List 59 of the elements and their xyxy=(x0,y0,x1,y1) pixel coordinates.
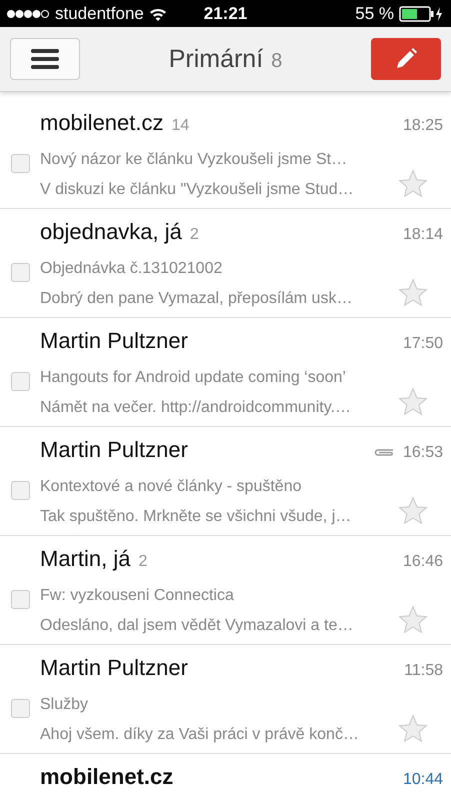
battery-percent: 55 % xyxy=(355,4,394,24)
email-row[interactable]: Martin, já 2 16:46 Fw: vyzkouseni Connectica Odesláno, dal jsem vědět Vymazalovi a te… xyxy=(0,536,451,645)
email-row[interactable]: Martin Pultzner 17:50 Hangouts for Android update coming ‘soon’ Námět na večer. http://androidcommunity.… xyxy=(0,318,451,427)
thread-count: 14 xyxy=(172,117,190,135)
email-subject: Hangouts for Android update coming ‘soon’ xyxy=(40,368,347,388)
star-icon[interactable] xyxy=(397,604,429,636)
email-subject: Kontextové a nové články - spuštěno xyxy=(40,476,302,497)
email-time: 18:14 xyxy=(402,226,443,244)
email-subject: Nový názor ke článku Vyzkoušeli jsme St… xyxy=(40,150,348,170)
email-row[interactable]: Martin Pultzner 11:58 Služby Ahoj všem. díky za Vaši práci v právě konč… xyxy=(0,645,451,754)
email-time: 16:46 xyxy=(402,553,443,571)
email-subject: Fw: vyzkouseni Connectica xyxy=(40,586,235,606)
sender-name: mobilenet.cz xyxy=(40,110,164,136)
email-snippet: Námět na večer. http://androidcommunity.… xyxy=(40,398,352,418)
star-icon[interactable] xyxy=(397,495,429,527)
checkbox[interactable] xyxy=(10,590,30,610)
thread-count: 2 xyxy=(138,553,148,571)
thread-count: 2 xyxy=(190,226,200,244)
checkbox[interactable] xyxy=(10,372,30,392)
email-subject: Objednávka č.131021002 xyxy=(40,258,224,279)
email-snippet: Odesláno, dal jsem vědět Vymazalovi a te… xyxy=(40,616,354,636)
carrier-name: studentfone xyxy=(55,4,144,24)
email-row[interactable]: mobilenet.cz 14 18:25 Nový názor ke článku Vyzkoušeli jsme St… V diskuzi ke článku "Vyzkoušeli jsme Stud… xyxy=(0,100,451,209)
email-time: 10:44 xyxy=(402,771,443,789)
star-icon[interactable] xyxy=(397,168,429,200)
checkbox[interactable] xyxy=(10,154,30,174)
email-snippet: Dobrý den pane Vymazal, přeposílám usk… xyxy=(40,289,354,310)
email-time: 17:50 xyxy=(402,335,443,353)
sender-name: mobilenet.cz xyxy=(40,764,174,790)
star-icon[interactable] xyxy=(397,386,429,418)
email-row[interactable]: Martin Pultzner 16:53 Kontextové a nové články - spuštěno Tak spuštěno. Mrkněte se všichni všude, j… xyxy=(0,427,451,536)
wifi-icon xyxy=(148,6,167,20)
menu-icon xyxy=(31,49,59,69)
sender-name: Martin Pultzner xyxy=(40,328,188,354)
checkbox[interactable] xyxy=(10,481,30,500)
checkbox[interactable] xyxy=(10,263,30,282)
email-snippet: Tak spuštěno. Mrkněte se všichni všude, j… xyxy=(40,507,352,528)
sender-name: Martin Pultzner xyxy=(40,437,188,463)
signal-icon xyxy=(6,8,50,18)
inbox-title: Primární xyxy=(168,44,264,74)
sender-name: objednavka, já xyxy=(40,219,182,245)
email-row[interactable]: mobilenet.cz 10:44 xyxy=(0,754,451,800)
menu-button[interactable] xyxy=(10,38,80,80)
email-time: 16:53 xyxy=(402,444,443,462)
checkbox[interactable] xyxy=(10,699,30,718)
email-time: 11:58 xyxy=(404,662,443,680)
email-time: 18:25 xyxy=(402,117,443,135)
email-snippet: V diskuzi ke článku "Vyzkoušeli jsme Stud… xyxy=(40,180,355,200)
pencil-icon xyxy=(394,47,418,71)
email-subject: Služby xyxy=(40,694,90,715)
email-row[interactable]: objednavka, já 2 18:14 Objednávka č.131021002 Dobrý den pane Vymazal, přeposílám usk… xyxy=(0,209,451,318)
email-snippet: Ahoj všem. díky za Vaši práci v právě konč… xyxy=(40,725,360,746)
star-icon[interactable] xyxy=(397,713,429,745)
status-time: 21:21 xyxy=(204,4,248,24)
star-icon[interactable] xyxy=(397,277,429,309)
sender-name: Martin, já xyxy=(40,546,130,572)
sender-name: Martin Pultzner xyxy=(40,655,188,681)
compose-button[interactable] xyxy=(371,38,441,80)
unread-count: 8 xyxy=(271,50,282,72)
